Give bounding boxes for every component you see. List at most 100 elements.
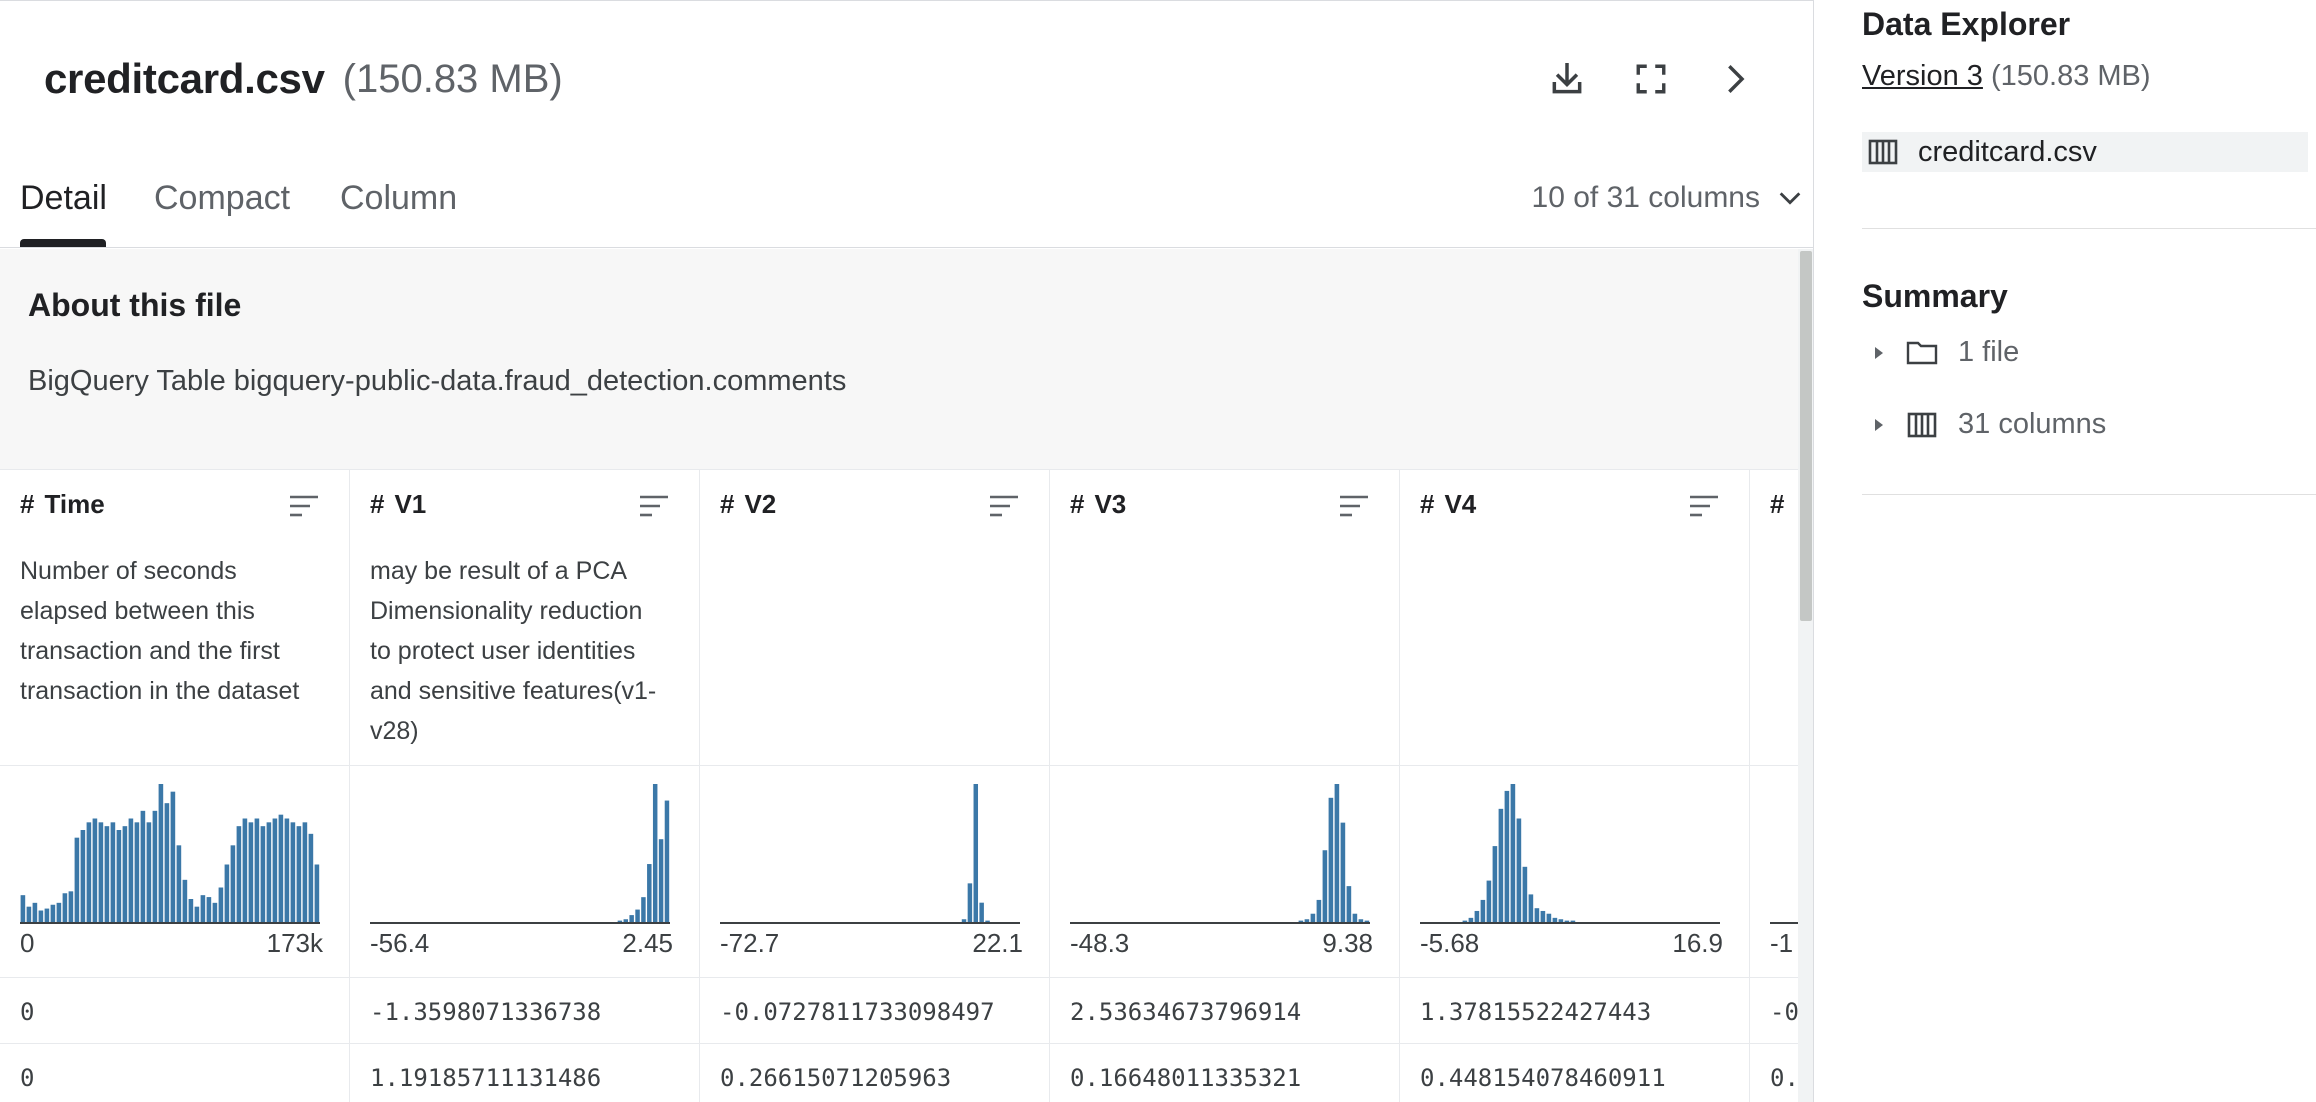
histogram-bar xyxy=(248,822,254,922)
histogram-bar xyxy=(967,883,973,922)
histogram-min-label: -72.7 xyxy=(720,928,780,958)
table-cell[interactable]: -0 xyxy=(1770,998,1798,1026)
column-header[interactable]: # V4 xyxy=(1420,489,1476,520)
version-info: Version 3 (150.83 MB) xyxy=(1862,60,2151,93)
tab-compact[interactable]: Compact xyxy=(154,179,290,218)
sidebar-divider xyxy=(1862,494,2316,495)
histogram-bar xyxy=(664,800,670,922)
vertical-scrollbar[interactable] xyxy=(1798,249,1813,1102)
column-histogram[interactable]: -5.68 16.9 xyxy=(1400,765,1749,958)
expand-sidebar-button[interactable] xyxy=(1709,53,1761,105)
table-cell[interactable]: -0.0727811733098497 xyxy=(720,998,995,1026)
column-name: V1 xyxy=(394,489,427,519)
histogram-bar xyxy=(652,784,658,922)
sort-icon[interactable] xyxy=(638,493,670,519)
table-cell[interactable]: -1.3598071336738 xyxy=(370,998,601,1026)
data-column: # Time Number of seconds elapsed between t… xyxy=(0,469,350,1102)
column-histogram[interactable]: -56.4 2.45 xyxy=(350,765,699,958)
table-cell[interactable]: 2.53634673796914 xyxy=(1070,998,1301,1026)
fullscreen-button[interactable] xyxy=(1625,53,1677,105)
table-row: -0.0727811733098497 xyxy=(700,977,1049,1044)
fullscreen-icon xyxy=(1636,64,1666,94)
active-tab-indicator xyxy=(20,239,106,247)
histogram-bar xyxy=(617,920,623,922)
column-histogram[interactable]: -1 xyxy=(1750,765,1798,958)
histogram-bar xyxy=(1504,790,1510,922)
tab-detail[interactable]: Detail xyxy=(20,179,107,218)
data-column: # V3 -48.3 9.38 2.53634673796914 0.1664801133… xyxy=(1050,469,1400,1102)
sidebar-file-item[interactable]: creditcard.csv xyxy=(1862,132,2308,172)
column-header[interactable]: # V2 xyxy=(720,489,776,520)
histogram-bar xyxy=(164,803,170,922)
view-tabs: Detail Compact Column 10 of 31 columns xyxy=(0,169,1813,248)
tab-column[interactable]: Column xyxy=(340,179,457,218)
file-preview-panel: creditcard.csv (150.83 MB) Detail Compac… xyxy=(0,0,1814,1102)
table-cell[interactable]: 1.37815522427443 xyxy=(1420,998,1651,1026)
scrollbar-thumb[interactable] xyxy=(1800,251,1812,621)
table-cell[interactable]: 1.19185711131486 xyxy=(370,1064,601,1092)
histogram-bar xyxy=(140,810,146,922)
histogram-bar xyxy=(1480,899,1486,922)
histogram-bar xyxy=(1492,846,1498,922)
histogram-bar xyxy=(224,864,230,922)
histogram-bar xyxy=(1498,808,1504,922)
histogram-max-label: 16.9 xyxy=(1672,928,1723,958)
version-size: (150.83 MB) xyxy=(1990,60,2151,92)
table-cell[interactable]: 0 xyxy=(20,998,34,1026)
histogram-bar xyxy=(152,810,158,922)
histogram-bar xyxy=(647,864,652,922)
sort-icon[interactable] xyxy=(988,493,1020,519)
column-histogram[interactable]: -48.3 9.38 xyxy=(1050,765,1399,958)
histogram-bar xyxy=(635,909,640,922)
histogram-bar xyxy=(1570,920,1576,922)
histogram-chart xyxy=(1070,784,1370,924)
numeric-type-icon: # xyxy=(1770,489,1785,519)
table-row: 0. xyxy=(1750,1043,1798,1102)
table-cell[interactable]: 0.26615071205963 xyxy=(720,1064,951,1092)
chevron-right-icon xyxy=(1728,65,1745,93)
column-header[interactable]: # V1 xyxy=(370,489,426,520)
sort-icon[interactable] xyxy=(1338,493,1370,519)
histogram-bar xyxy=(188,899,194,922)
histogram-bar xyxy=(1334,784,1340,922)
histogram-bar xyxy=(296,826,302,922)
histogram-bar xyxy=(236,826,242,922)
table-row: -0 xyxy=(1750,977,1798,1044)
table-cell[interactable]: 0.448154078460911 xyxy=(1420,1064,1666,1092)
column-description: may be result of a PCA Dimensionality re… xyxy=(370,557,657,745)
histogram-bar xyxy=(272,818,278,922)
data-column: # -1 -0 0. xyxy=(1750,469,1798,1102)
summary-columns-label: 31 columns xyxy=(1958,408,2107,440)
column-header[interactable]: # xyxy=(1770,489,1794,520)
table-row: 0 xyxy=(0,977,349,1044)
histogram-bar xyxy=(266,822,272,922)
column-selector-dropdown[interactable]: 10 of 31 columns xyxy=(1532,181,1804,215)
about-description: BigQuery Table bigquery-public-data.frau… xyxy=(28,365,847,397)
download-button[interactable] xyxy=(1541,53,1593,105)
column-header[interactable]: # Time xyxy=(20,489,105,520)
histogram-bar xyxy=(1474,910,1480,922)
histogram-bar xyxy=(278,814,284,922)
histogram-chart xyxy=(370,784,670,924)
column-histogram[interactable]: -72.7 22.1 xyxy=(700,765,1049,958)
column-header[interactable]: # V3 xyxy=(1070,489,1126,520)
version-link[interactable]: Version 3 xyxy=(1862,60,1983,92)
histogram-bar xyxy=(146,822,152,922)
summary-columns-item[interactable]: 31 columns xyxy=(1872,408,2106,441)
histogram-bar xyxy=(1546,913,1552,922)
histogram-bar xyxy=(1358,919,1364,922)
histogram-bar xyxy=(182,879,188,922)
histogram-bar xyxy=(1516,818,1522,922)
histogram-bar xyxy=(170,791,176,922)
table-cell[interactable]: 0.16648011335321 xyxy=(1070,1064,1301,1092)
summary-files-item[interactable]: 1 file xyxy=(1872,336,2019,369)
histogram-bar xyxy=(80,830,86,922)
sort-icon[interactable] xyxy=(288,493,320,519)
table-row: -1.3598071336738 xyxy=(350,977,699,1044)
numeric-type-icon: # xyxy=(370,489,385,519)
column-histogram[interactable]: 0 173k xyxy=(0,765,349,958)
histogram-max-label: 22.1 xyxy=(972,928,1023,958)
table-cell[interactable]: 0 xyxy=(20,1064,34,1092)
sort-icon[interactable] xyxy=(1688,493,1720,519)
table-cell[interactable]: 0. xyxy=(1770,1064,1798,1092)
